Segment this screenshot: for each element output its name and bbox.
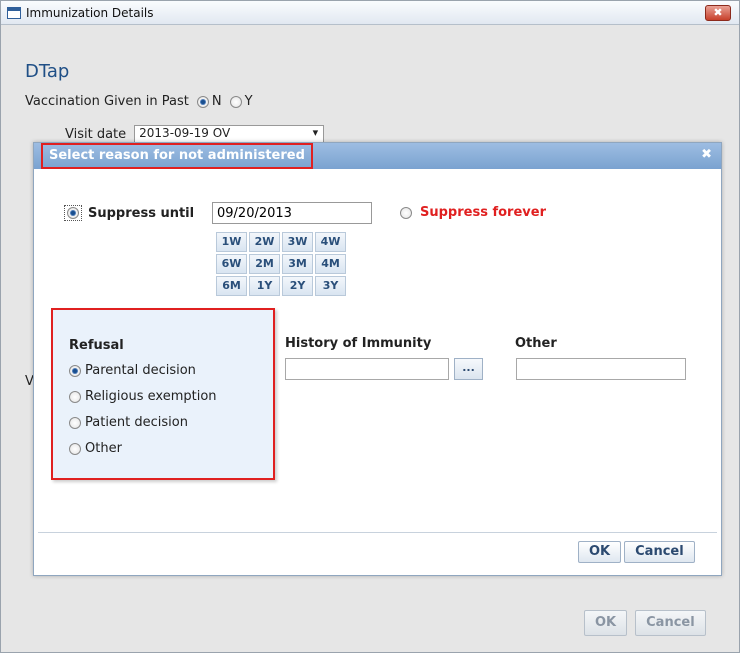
period-button-grid: 1W 2W 3W 4W 6W 2M 3M 4M 6M 1Y 2Y 3Y bbox=[216, 232, 346, 296]
refusal-option-religious[interactable]: Religious exemption bbox=[69, 389, 273, 404]
past-y-label: Y bbox=[244, 94, 253, 109]
history-browse-button[interactable]: ... bbox=[454, 358, 483, 380]
history-immunity-label: History of Immunity bbox=[285, 336, 432, 351]
refusal-panel: Refusal Parental decision Religious exem… bbox=[51, 308, 275, 480]
window-titlebar: Immunization Details ✖ bbox=[1, 1, 739, 25]
period-button[interactable]: 3Y bbox=[315, 276, 346, 296]
period-button[interactable]: 2Y bbox=[282, 276, 313, 296]
suppress-date-input[interactable] bbox=[212, 202, 372, 224]
dialog-ok-button[interactable]: OK bbox=[578, 541, 622, 563]
suppress-forever-label: Suppress forever bbox=[420, 205, 546, 220]
period-button[interactable]: 1Y bbox=[249, 276, 280, 296]
past-y-radio[interactable] bbox=[229, 95, 242, 108]
window-ok-button[interactable]: OK bbox=[584, 610, 628, 636]
refusal-radio[interactable] bbox=[69, 364, 81, 377]
window-title: Immunization Details bbox=[26, 5, 154, 20]
suppress-forever-radio[interactable] bbox=[400, 206, 412, 219]
period-button[interactable]: 3W bbox=[282, 232, 313, 252]
other-reason-label: Other bbox=[515, 336, 557, 351]
period-button[interactable]: 4W bbox=[315, 232, 346, 252]
suppress-until-label: Suppress until bbox=[88, 205, 195, 221]
suppress-forever-option: Suppress forever bbox=[400, 205, 546, 220]
dialog-divider bbox=[38, 532, 717, 533]
window-close-button[interactable]: ✖ bbox=[705, 5, 731, 21]
period-button[interactable]: 2W bbox=[249, 232, 280, 252]
dialog-cancel-button[interactable]: Cancel bbox=[624, 541, 695, 563]
vaccination-past-label: Vaccination Given in Past bbox=[25, 94, 189, 109]
refusal-option-label: Patient decision bbox=[85, 415, 188, 430]
window-app-icon bbox=[7, 6, 21, 19]
other-reason-input[interactable] bbox=[516, 358, 686, 380]
refusal-radio[interactable] bbox=[69, 390, 81, 403]
period-button[interactable]: 6M bbox=[216, 276, 247, 296]
past-n-radio[interactable] bbox=[196, 95, 209, 108]
refusal-option-label: Parental decision bbox=[85, 363, 196, 378]
dialog-buttons: OK Cancel bbox=[578, 541, 695, 563]
vaccine-name: DTap bbox=[25, 61, 70, 82]
past-n-label: N bbox=[211, 94, 222, 109]
refusal-radio[interactable] bbox=[69, 416, 81, 429]
immunization-details-window: Immunization Details ✖ DTap Vaccination … bbox=[0, 0, 740, 653]
period-button[interactable]: 1W bbox=[216, 232, 247, 252]
suppress-until-focus bbox=[64, 205, 82, 221]
dialog-close-icon[interactable]: ✖ bbox=[701, 147, 712, 162]
period-button[interactable]: 4M bbox=[315, 254, 346, 274]
period-button[interactable]: 3M bbox=[282, 254, 313, 274]
visit-date-select[interactable]: 2013-09-19 OV bbox=[134, 125, 325, 143]
window-buttons: OK Cancel bbox=[584, 610, 706, 636]
not-administered-dialog: Select reason for not administered ✖ Sup… bbox=[33, 142, 722, 576]
period-button[interactable]: 2M bbox=[249, 254, 280, 274]
refusal-title: Refusal bbox=[69, 338, 124, 353]
refusal-option-other[interactable]: Other bbox=[69, 441, 273, 456]
suppress-until-option: Suppress until bbox=[64, 205, 194, 221]
visit-date-row: Visit date 2013-09-19 OV bbox=[65, 125, 325, 143]
refusal-option-parental[interactable]: Parental decision bbox=[69, 363, 273, 378]
refusal-option-patient[interactable]: Patient decision bbox=[69, 415, 273, 430]
period-button[interactable]: 6W bbox=[216, 254, 247, 274]
history-immunity-input[interactable] bbox=[285, 358, 449, 380]
vaccination-past-row: Vaccination Given in Past N Y bbox=[25, 94, 253, 109]
suppress-until-radio[interactable] bbox=[67, 207, 79, 219]
window-cancel-button[interactable]: Cancel bbox=[635, 610, 706, 636]
refusal-option-label: Other bbox=[85, 441, 122, 456]
visit-date-label: Visit date bbox=[65, 126, 127, 142]
dialog-title: Select reason for not administered bbox=[41, 143, 313, 169]
refusal-radio[interactable] bbox=[69, 442, 81, 455]
dialog-titlebar: Select reason for not administered ✖ bbox=[34, 143, 721, 169]
refusal-option-label: Religious exemption bbox=[85, 389, 217, 404]
